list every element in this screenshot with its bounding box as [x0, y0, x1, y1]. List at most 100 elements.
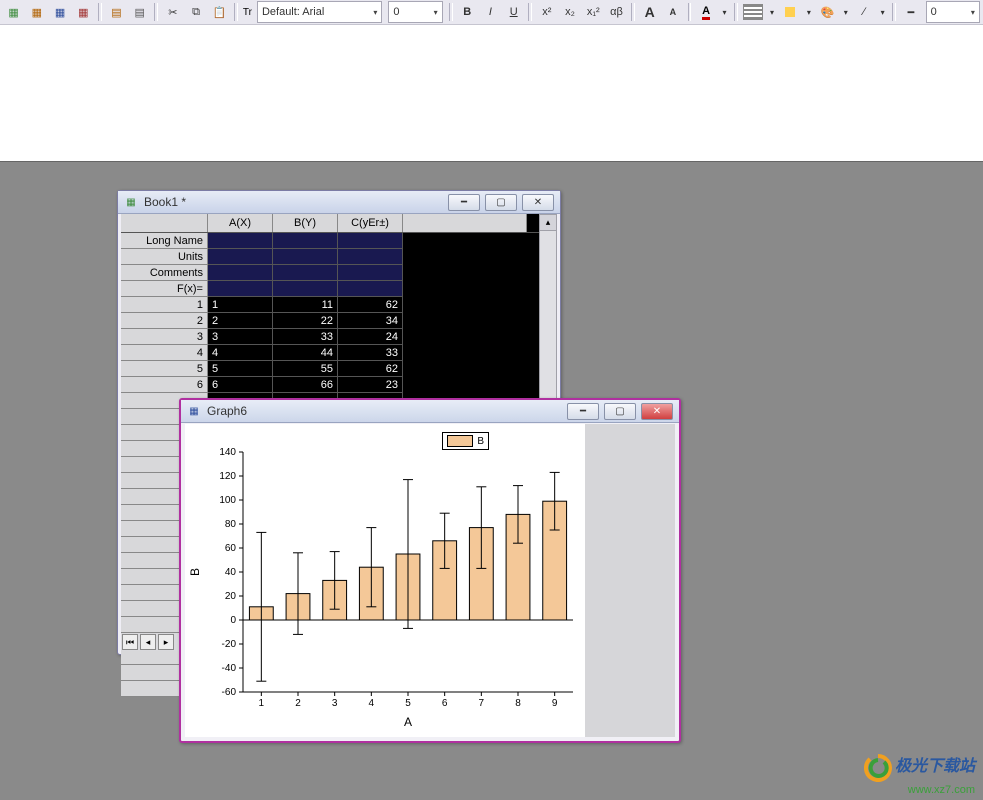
row-number[interactable]: 3 [121, 329, 208, 345]
minimize-button[interactable]: ━ [567, 403, 599, 420]
row-label-fx[interactable]: F(x)= [121, 281, 208, 297]
svg-text:-60: -60 [222, 687, 237, 698]
cell[interactable] [338, 281, 403, 297]
color-dd-4[interactable]: ▾ [840, 1, 852, 23]
tb-sep [528, 3, 532, 21]
col-header-A[interactable]: A(X) [208, 214, 273, 232]
row-number[interactable]: 4 [121, 345, 208, 361]
col-header-C[interactable]: C(yEr±) [338, 214, 403, 232]
svg-text:20: 20 [225, 591, 237, 602]
palette-button[interactable]: 🎨 [817, 1, 838, 23]
cell[interactable] [273, 233, 338, 249]
cell[interactable]: 3 [208, 329, 273, 345]
plot-area[interactable]: B -60-40-20020406080100120140123456789AB [185, 424, 585, 737]
scroll-up-button[interactable]: ▴ [540, 215, 556, 231]
paste-icon[interactable]: 📋 [209, 1, 230, 23]
line-button[interactable]: ∕ [854, 1, 875, 23]
italic-button[interactable]: I [480, 1, 501, 23]
cell[interactable] [338, 265, 403, 281]
document-whitespace [0, 25, 983, 162]
cell[interactable] [208, 233, 273, 249]
cell[interactable] [208, 281, 273, 297]
graph-titlebar[interactable]: ▦ Graph6 ━ ▢ ✕ [181, 400, 679, 423]
supsub-button[interactable]: x₁² [583, 1, 604, 23]
cell[interactable]: 62 [338, 297, 403, 313]
cell[interactable] [208, 249, 273, 265]
close-button[interactable]: ✕ [522, 194, 554, 211]
cell[interactable]: 44 [273, 345, 338, 361]
cell[interactable]: 34 [338, 313, 403, 329]
cell[interactable]: 4 [208, 345, 273, 361]
svg-text:-20: -20 [222, 639, 237, 650]
font-combo[interactable]: Default: Arial▾ [257, 1, 382, 23]
line-style-button[interactable] [742, 1, 764, 23]
maximize-button[interactable]: ▢ [604, 403, 636, 420]
color-dd-5[interactable]: ▾ [877, 1, 889, 23]
cell[interactable] [273, 281, 338, 297]
tb-icon-1[interactable]: ▦ [3, 1, 24, 23]
tb-sep [734, 3, 738, 21]
close-button[interactable]: ✕ [641, 403, 673, 420]
row-label-comments[interactable]: Comments [121, 265, 208, 281]
tb-icon-2[interactable]: ▦ [26, 1, 47, 23]
tb-icon-6[interactable]: ▤ [129, 1, 150, 23]
bold-button[interactable]: B [457, 1, 478, 23]
cell[interactable]: 5 [208, 361, 273, 377]
workbook-titlebar[interactable]: ▦ Book1 * ━ ▢ ✕ [118, 191, 560, 214]
svg-text:80: 80 [225, 519, 237, 530]
cell[interactable]: 23 [338, 377, 403, 393]
tb-icon-5[interactable]: ▤ [106, 1, 127, 23]
cell[interactable]: 22 [273, 313, 338, 329]
maximize-button[interactable]: ▢ [485, 194, 517, 211]
underline-button[interactable]: U [503, 1, 524, 23]
corner-cell[interactable] [121, 214, 208, 232]
cell[interactable] [338, 233, 403, 249]
legend[interactable]: B [442, 432, 489, 450]
row-number[interactable]: 1 [121, 297, 208, 313]
row-label-longname[interactable]: Long Name [121, 233, 208, 249]
line-weight-button[interactable]: ━ [900, 1, 921, 23]
subscript-button[interactable]: x₂ [559, 1, 580, 23]
font-size-combo[interactable]: 0▾ [388, 1, 442, 23]
cell[interactable]: 24 [338, 329, 403, 345]
toolbar-row-1: ▦ ▦ ▦ ▦ ▤ ▤ ✂ ⧉ 📋 Tr Default: Arial▾ 0▾ … [0, 0, 983, 25]
cell[interactable]: 33 [338, 345, 403, 361]
color-dd-2[interactable]: ▾ [766, 1, 778, 23]
greek-button[interactable]: αβ [606, 1, 627, 23]
cell[interactable] [208, 265, 273, 281]
superscript-button[interactable]: x² [536, 1, 557, 23]
cell[interactable]: 6 [208, 377, 273, 393]
font-dec-button[interactable]: A [662, 1, 683, 23]
minimize-button[interactable]: ━ [448, 194, 480, 211]
font-inc-button[interactable]: A [639, 1, 660, 23]
font-color-button[interactable]: A [695, 1, 716, 23]
cell[interactable]: 33 [273, 329, 338, 345]
fill-color-button[interactable] [780, 1, 801, 23]
cell[interactable]: 66 [273, 377, 338, 393]
copy-icon[interactable]: ⧉ [185, 1, 206, 23]
cell[interactable] [338, 249, 403, 265]
row-label-units[interactable]: Units [121, 249, 208, 265]
sheet-nav-prev[interactable]: ◂ [140, 634, 156, 650]
cell[interactable]: 55 [273, 361, 338, 377]
svg-text:-40: -40 [222, 663, 237, 674]
cell[interactable]: 11 [273, 297, 338, 313]
sheet-nav-next[interactable]: ▸ [158, 634, 174, 650]
row-number[interactable]: 6 [121, 377, 208, 393]
sheet-nav-first[interactable]: ⏮ [122, 634, 138, 650]
cell[interactable]: 62 [338, 361, 403, 377]
svg-text:B: B [188, 568, 202, 576]
cell[interactable]: 1 [208, 297, 273, 313]
tb-icon-3[interactable]: ▦ [49, 1, 70, 23]
col-header-B[interactable]: B(Y) [273, 214, 338, 232]
cut-icon[interactable]: ✂ [162, 1, 183, 23]
cell[interactable] [273, 265, 338, 281]
point-size-combo[interactable]: 0▾ [926, 1, 980, 23]
cell[interactable]: 2 [208, 313, 273, 329]
color-dd-3[interactable]: ▾ [803, 1, 815, 23]
color-dd-1[interactable]: ▾ [719, 1, 731, 23]
cell[interactable] [273, 249, 338, 265]
row-number[interactable]: 2 [121, 313, 208, 329]
tb-icon-4[interactable]: ▦ [73, 1, 94, 23]
row-number[interactable]: 5 [121, 361, 208, 377]
